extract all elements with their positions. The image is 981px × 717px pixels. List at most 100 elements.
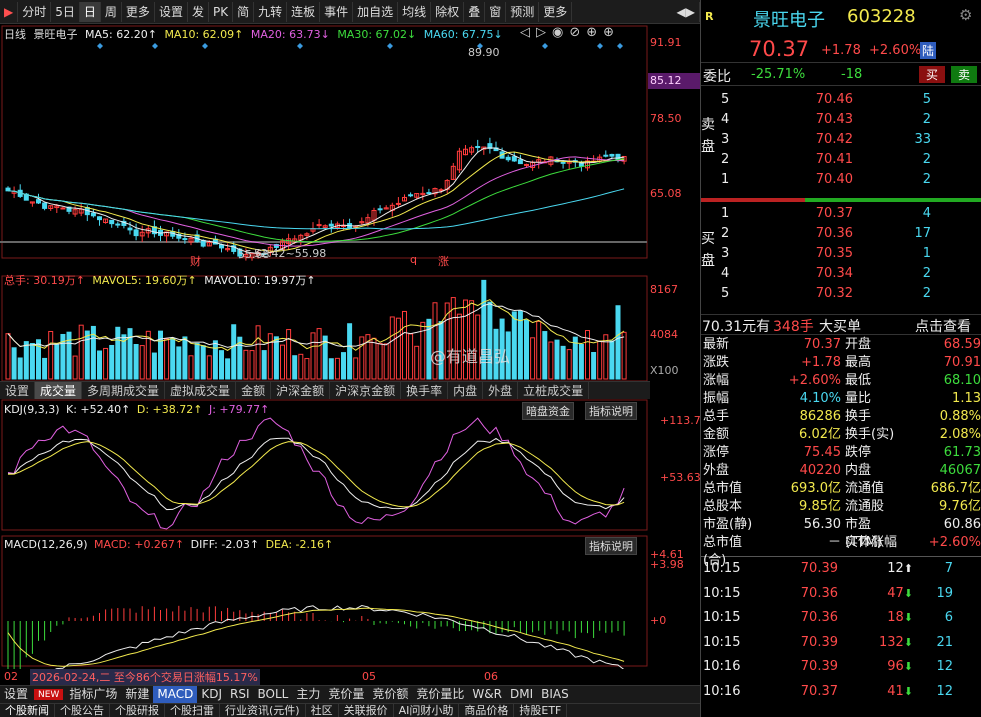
bottom-tab[interactable]: BOLL [254, 686, 293, 703]
indicator-tab[interactable]: 金额 [236, 382, 272, 399]
bottom-tab[interactable]: 竞价量比 [412, 686, 468, 703]
bids-p[interactable]: 70.37 [783, 204, 853, 224]
bottom-tab[interactable]: 指标广场 [65, 686, 121, 703]
toolbar-item[interactable]: 简 [233, 1, 255, 22]
tick-count: 12 [936, 659, 953, 674]
asks-p[interactable]: 70.42 [783, 130, 853, 150]
info-tab[interactable]: 关联报价 [339, 704, 394, 717]
event-diamond-marker[interactable] [617, 43, 623, 49]
toolbar-item[interactable]: 除权 [431, 1, 465, 22]
bottom-tab[interactable]: KDJ [197, 686, 226, 703]
toolbar-item[interactable]: 预测 [506, 1, 540, 22]
asks-p[interactable]: 70.40 [783, 170, 853, 190]
volume-bar [377, 342, 383, 380]
dark-fund-button[interactable]: 暗盘资金 [522, 402, 574, 420]
volume-bar [389, 316, 395, 380]
indicator-tab[interactable]: 设置 [0, 382, 36, 399]
stat-label: 内盘 [845, 463, 872, 478]
info-tab[interactable]: 个股研报 [110, 704, 165, 717]
bottom-tab[interactable]: BIAS [537, 686, 573, 703]
indicator-tab[interactable]: 换手率 [401, 382, 449, 399]
toolbar-item[interactable]: PK [209, 1, 234, 22]
toolbar-item[interactable]: 更多 [539, 1, 573, 22]
event-diamond-marker[interactable] [297, 43, 303, 49]
bids-p[interactable]: 70.36 [783, 224, 853, 244]
toolbar-item[interactable]: 发 [188, 1, 209, 22]
event-mark-cai[interactable]: 财 [190, 253, 201, 269]
event-mark-zhang[interactable]: 涨 [438, 253, 449, 269]
info-tab[interactable]: 社区 [306, 704, 339, 717]
bottom-tab[interactable]: MACD [153, 686, 198, 703]
asks-p[interactable]: 70.43 [783, 110, 853, 130]
info-tab[interactable]: 商品价格 [459, 704, 515, 717]
chart-tool-icons[interactable]: ◁▷◉⊘⊕⊕ [520, 25, 620, 40]
bids-c: -15 [931, 204, 981, 224]
bottom-tab[interactable]: RSI [226, 686, 254, 703]
toolbar-item[interactable]: 加自选 [353, 1, 399, 22]
mavol10-label: MAVOL10: 19.97万↑ [204, 274, 316, 287]
toolbar-item[interactable]: 均线 [398, 1, 432, 22]
info-tab[interactable]: 行业资讯(元件) [220, 704, 306, 717]
toolbar-item[interactable]: 九转 [254, 1, 288, 22]
kdj-line [7, 417, 625, 530]
info-tab[interactable]: 个股扫雷 [165, 704, 220, 717]
indicator-tab[interactable]: 虚拟成交量 [165, 382, 237, 399]
date-label-02: 02 [4, 670, 18, 683]
toolbar-item[interactable]: 周 [101, 1, 122, 22]
macd-help-button[interactable]: 指标说明 [585, 537, 637, 555]
bottom-tab[interactable]: 设置 [0, 686, 32, 703]
event-diamond-marker[interactable] [97, 43, 103, 49]
volume-bar [243, 349, 249, 380]
sell-button[interactable]: 卖 [951, 66, 978, 83]
toolbar-item[interactable]: 连板 [287, 1, 321, 22]
indicator-tab[interactable]: 成交量 [35, 382, 83, 399]
event-diamond-marker[interactable] [597, 43, 603, 49]
macd-value: MACD: +0.267↑ [94, 538, 185, 551]
bottom-tab[interactable]: DMI [506, 686, 537, 703]
toolbar-nav-icon[interactable]: ◀▶ [673, 1, 700, 22]
indicator-tab[interactable]: 沪深金额 [271, 382, 331, 399]
info-tab[interactable]: AI问财小助 [394, 704, 460, 717]
indicator-tab[interactable]: 外盘 [483, 382, 519, 399]
bottom-tab[interactable]: W&R [468, 686, 506, 703]
toolbar-item[interactable]: 分时 [18, 1, 52, 22]
asks-p[interactable]: 70.41 [783, 150, 853, 170]
toolbar-item[interactable]: 叠 [464, 1, 486, 22]
toolbar-item[interactable]: 窗 [485, 1, 507, 22]
indicator-tab[interactable]: 立桩成交量 [518, 382, 590, 399]
event-diamond-marker[interactable] [152, 43, 158, 49]
volume-bar [267, 333, 273, 380]
bids-p[interactable]: 70.34 [783, 264, 853, 284]
toolbar-item[interactable]: 日 [79, 1, 101, 22]
bottom-tab[interactable]: 竞价量 [324, 686, 368, 703]
toolbar-item[interactable]: 5日 [51, 1, 80, 22]
indicator-tab[interactable]: 内盘 [448, 382, 484, 399]
kdj-help-button[interactable]: 指标说明 [585, 402, 637, 420]
event-diamond-marker[interactable] [387, 43, 393, 49]
bids-p[interactable]: 70.35 [783, 244, 853, 264]
buy-button[interactable]: 买 [919, 66, 946, 83]
info-tab[interactable]: 持股ETF [514, 704, 568, 717]
event-mark-q[interactable]: q [410, 253, 417, 266]
toolbar-item[interactable]: 设置 [155, 1, 188, 22]
indicator-tab[interactable]: 多周期成交量 [82, 382, 166, 399]
settings-icon[interactable]: ⚙ [959, 6, 972, 24]
toolbar-item[interactable]: 事件 [320, 1, 354, 22]
bottom-tab[interactable]: 新建 [121, 686, 153, 703]
bids-p[interactable]: 70.32 [783, 284, 853, 304]
asks-p[interactable]: 70.46 [783, 90, 853, 110]
bottom-tab[interactable]: 竞价额 [368, 686, 412, 703]
indicator-tab[interactable]: 沪深京金额 [330, 382, 402, 399]
bottom-tab[interactable]: NEW [34, 689, 64, 700]
bottom-tab[interactable]: 主力 [292, 686, 324, 703]
info-tab[interactable]: 个股公告 [55, 704, 110, 717]
toolbar-menu-icon[interactable]: ▶ [0, 1, 19, 22]
stat-label: 量比 [845, 391, 872, 406]
event-diamond-marker[interactable] [542, 43, 548, 49]
info-tab[interactable]: 个股新闻 [0, 704, 55, 717]
bigorder-link[interactable]: 点击查看 [915, 316, 971, 336]
event-diamond-marker[interactable] [202, 43, 208, 49]
chart-area [0, 24, 700, 704]
toolbar-item[interactable]: 更多 [122, 1, 155, 22]
tick-vol: 41⬇ [887, 683, 913, 699]
